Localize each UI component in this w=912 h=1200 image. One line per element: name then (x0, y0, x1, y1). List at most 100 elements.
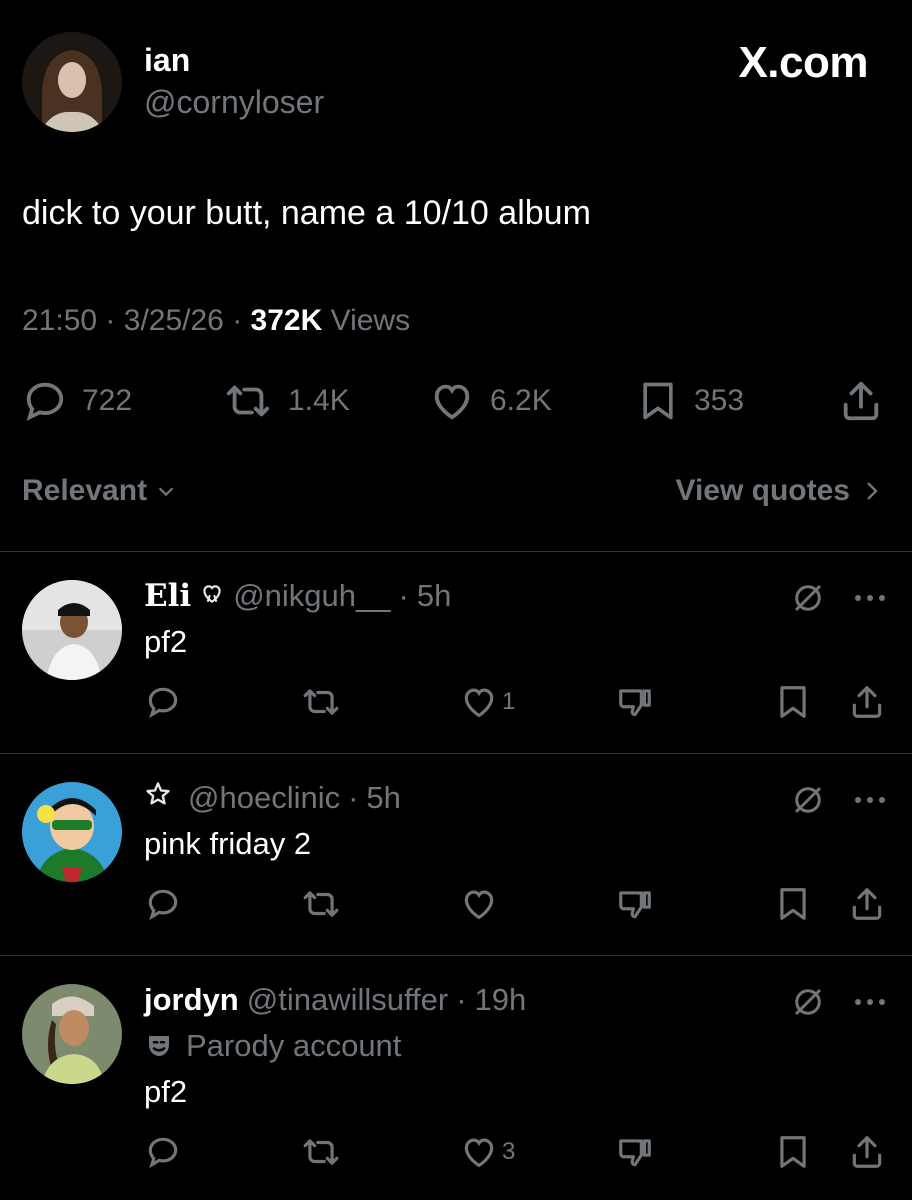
share-icon (852, 888, 882, 920)
share-button[interactable] (838, 376, 884, 426)
reply-button[interactable] (144, 1130, 182, 1174)
bookmark-button[interactable] (774, 882, 812, 926)
avatar[interactable] (22, 580, 122, 680)
share-button[interactable] (848, 680, 886, 724)
reply-author-name[interactable]: Eli (144, 578, 191, 614)
post-text: dick to your butt, name a 10/10 album (22, 194, 591, 232)
like-button[interactable]: 6.2K (428, 376, 552, 426)
star-icon (146, 782, 170, 805)
reply-age[interactable]: 19h (475, 982, 527, 1018)
reply-button[interactable]: 722 (22, 376, 132, 426)
heart-ribbon-icon (203, 585, 221, 603)
chevron-right-icon (867, 482, 878, 500)
reply-author-name[interactable]: jordyn (144, 982, 239, 1018)
bookmark-button[interactable]: 353 (636, 376, 744, 426)
like-count: 1 (502, 688, 516, 715)
reply-author-handle[interactable]: @hoeclinic (188, 780, 340, 816)
share-button[interactable] (848, 1130, 886, 1174)
repost-button[interactable] (300, 680, 342, 724)
reply-age[interactable]: 5h (417, 578, 451, 614)
repost-button[interactable] (300, 882, 342, 926)
repost-icon (303, 891, 339, 917)
reply-icon (148, 1137, 178, 1169)
site-watermark: X.com (738, 38, 868, 87)
reply-item[interactable]: jordyn @tinawillsuffer · 19h Parody acco… (0, 956, 912, 1200)
parody-mask-icon (149, 1036, 169, 1056)
reply-header: Eli @nikguh__ · 5h (144, 578, 451, 614)
reply-text: pf2 (144, 1074, 188, 1109)
bookmark-icon (780, 686, 806, 718)
avatar[interactable] (22, 984, 122, 1084)
chevron-down-icon (158, 487, 174, 497)
dislike-button[interactable] (616, 1130, 654, 1174)
like-icon (434, 384, 470, 420)
author-avatar[interactable] (22, 32, 122, 132)
author-handle[interactable]: @cornyloser (144, 84, 324, 121)
reply-text: pink friday 2 (144, 826, 312, 861)
like-icon (464, 890, 494, 920)
reply-item[interactable]: Eli @nikguh__ · 5h pf2 1 (0, 552, 912, 752)
like-count: 3 (502, 1138, 516, 1165)
post-date[interactable]: 3/25/26 (124, 304, 224, 337)
reply-actions: 1 (0, 680, 912, 724)
parody-label: Parody account (144, 1028, 401, 1064)
author-name[interactable]: ian (144, 42, 190, 79)
reply-actions: 3 (0, 1130, 912, 1174)
like-count: 6.2K (490, 384, 552, 417)
grok-icon[interactable] (790, 984, 826, 1020)
views-label: Views (330, 304, 411, 337)
post-actions: 722 1.4K 6.2K 353 (0, 376, 912, 426)
more-icon[interactable] (850, 782, 890, 818)
meta-separator: · (398, 578, 409, 613)
repost-count: 1.4K (288, 384, 350, 417)
meta-separator: · (232, 304, 243, 337)
meta-separator: · (105, 304, 116, 337)
repost-button[interactable] (300, 1130, 342, 1174)
meta-separator: · (456, 982, 467, 1017)
more-icon[interactable] (850, 984, 890, 1020)
reply-author-handle[interactable]: @nikguh__ (233, 578, 390, 614)
dislike-button[interactable] (616, 680, 654, 724)
post-meta: 21:50 · 3/25/26 · 372K Views (22, 304, 410, 338)
avatar[interactable] (22, 782, 122, 882)
more-icon[interactable] (850, 580, 890, 616)
reply-age[interactable]: 5h (366, 780, 400, 816)
share-icon (852, 1136, 882, 1168)
like-button[interactable]: 1 (460, 680, 515, 724)
repost-button[interactable]: 1.4K (222, 376, 350, 426)
post-time[interactable]: 21:50 (22, 304, 97, 337)
bookmark-button[interactable] (774, 1130, 812, 1174)
reply-actions (0, 882, 912, 926)
bookmark-count: 353 (694, 384, 745, 417)
repost-icon (303, 1139, 339, 1165)
reply-item[interactable]: @hoeclinic · 5h pink friday 2 (0, 754, 912, 954)
share-icon (843, 381, 879, 421)
bookmark-button[interactable] (774, 680, 812, 724)
reply-button[interactable] (144, 680, 182, 724)
share-button[interactable] (848, 882, 886, 926)
reply-icon (26, 382, 64, 421)
dislike-icon (619, 891, 651, 919)
repost-icon (226, 385, 270, 417)
sort-dropdown[interactable]: Relevant (22, 474, 177, 508)
reply-icon (148, 687, 178, 719)
like-button[interactable] (460, 882, 502, 926)
like-icon (464, 1138, 494, 1168)
grok-icon[interactable] (790, 782, 826, 818)
view-quotes-link[interactable]: View quotes (676, 474, 883, 508)
reply-author-handle[interactable]: @tinawillsuffer (247, 982, 448, 1018)
dislike-button[interactable] (616, 882, 654, 926)
meta-separator: · (348, 780, 359, 815)
bookmark-icon (780, 888, 806, 920)
like-button[interactable]: 3 (460, 1130, 515, 1174)
reply-button[interactable] (144, 882, 182, 926)
views-count: 372K (250, 304, 323, 337)
reply-icon (148, 889, 178, 921)
reply-header: @hoeclinic · 5h (144, 780, 401, 816)
like-icon (464, 688, 494, 718)
bookmark-icon (780, 1136, 806, 1168)
grok-icon[interactable] (790, 580, 826, 616)
share-icon (852, 686, 882, 718)
parody-text: Parody account (186, 1028, 402, 1063)
dislike-icon (619, 1139, 651, 1167)
